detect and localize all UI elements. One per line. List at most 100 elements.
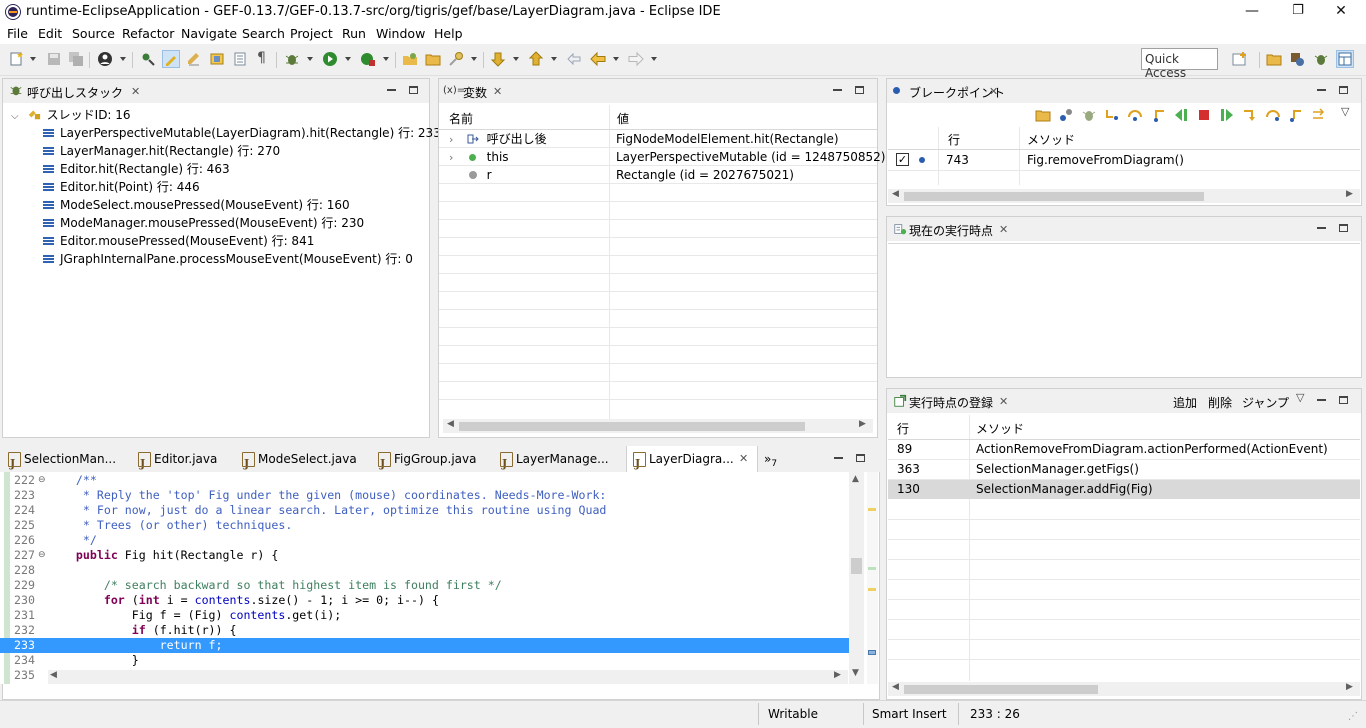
maximize-view-icon[interactable]	[855, 82, 864, 96]
maximize-view-icon[interactable]	[1339, 392, 1348, 406]
stack-frame-row[interactable]: JGraphInternalPane.processMouseEvent(Mou…	[43, 250, 413, 268]
menu-source[interactable]: Source	[72, 26, 115, 41]
open-type-icon[interactable]	[402, 51, 418, 67]
toggle-mark-icon[interactable]	[186, 51, 202, 67]
occurrence-marker[interactable]	[868, 588, 876, 591]
view-menu-icon[interactable]: ▽	[1341, 105, 1349, 118]
scroll-thumb[interactable]	[459, 422, 805, 431]
restore-button[interactable]: ❐	[1275, 0, 1321, 24]
scroll-thumb[interactable]	[851, 558, 862, 574]
scroll-up-icon[interactable]: ▲	[852, 474, 859, 484]
editor-tab[interactable]: ModeSelect.java	[242, 446, 357, 477]
step-back-icon[interactable]	[1173, 107, 1189, 123]
registered-point-row[interactable]: 89 ActionRemoveFromDiagram.actionPerform…	[888, 440, 1360, 459]
debug-dropdown-icon[interactable]	[307, 57, 313, 61]
close-tab-icon[interactable]: ✕	[999, 395, 1008, 408]
expand-chevron-icon[interactable]: ›	[449, 131, 463, 149]
stack-frame-row[interactable]: Editor.hit(Point) 行: 446	[43, 178, 200, 196]
open-perspective-icon[interactable]	[1232, 51, 1248, 67]
menu-run[interactable]: Run	[342, 26, 366, 41]
close-tab-icon[interactable]: ✕	[739, 446, 748, 472]
horizontal-scrollbar[interactable]: ◀ ▶	[48, 670, 848, 684]
scroll-thumb[interactable]	[904, 192, 1204, 201]
tools-dropdown-icon[interactable]	[383, 57, 389, 61]
scroll-left-icon[interactable]: ◀	[447, 419, 454, 429]
fold-collapse-icon[interactable]: ⊖	[38, 550, 46, 560]
maximize-view-icon[interactable]	[1339, 82, 1348, 96]
scroll-right-icon[interactable]: ▶	[834, 670, 841, 680]
open-resource-icon[interactable]	[209, 51, 225, 67]
quick-access-input[interactable]: Quick Access	[1141, 48, 1218, 80]
show-whitespace-icon[interactable]	[232, 51, 248, 67]
menu-file[interactable]: File	[7, 26, 28, 41]
column-header-line[interactable]: 行	[948, 131, 960, 148]
jump-button[interactable]: ジャンプ	[1242, 394, 1289, 411]
column-header-method[interactable]: メソッド	[976, 420, 1024, 437]
menu-navigate[interactable]: Navigate	[181, 26, 237, 41]
back-dropdown-icon[interactable]	[613, 57, 619, 61]
editor-tab-active[interactable]: LayerDiagra... ✕	[626, 446, 758, 477]
user-dropdown-icon[interactable]	[120, 57, 126, 61]
back-icon[interactable]	[590, 51, 606, 67]
save-icon[interactable]	[46, 51, 62, 67]
variable-row[interactable]: › this LayerPerspectiveMutable (id = 124…	[449, 148, 885, 167]
column-header-name[interactable]: 名前	[449, 110, 473, 127]
run-dropdown-icon[interactable]	[345, 57, 351, 61]
search-icon[interactable]	[448, 51, 464, 67]
user-icon[interactable]	[97, 51, 113, 67]
scroll-right-icon[interactable]: ▶	[859, 419, 866, 429]
debug-icon[interactable]	[284, 51, 300, 67]
scroll-right-icon[interactable]: ▶	[1346, 189, 1353, 199]
stack-frame-row[interactable]: ModeManager.mousePressed(MouseEvent) 行: …	[43, 214, 364, 232]
scroll-left-icon[interactable]: ◀	[892, 682, 899, 692]
close-tab-icon[interactable]: ✕	[989, 85, 998, 98]
editor-tab[interactable]: LayerManage...	[500, 446, 609, 477]
minimize-button[interactable]: —	[1229, 0, 1275, 24]
minimize-view-icon[interactable]	[1317, 220, 1326, 234]
skip-breakpoints-icon[interactable]	[140, 51, 156, 67]
run-icon[interactable]	[322, 51, 338, 67]
minimize-view-icon[interactable]	[387, 82, 396, 96]
expand-all-icon[interactable]	[1311, 107, 1327, 123]
run-to-line-icon[interactable]	[1242, 107, 1258, 123]
editor-tab[interactable]: Editor.java	[138, 446, 217, 477]
previous-annotation-icon[interactable]	[528, 51, 544, 67]
thread-node[interactable]: ⌵ スレッドID: 16	[11, 106, 131, 124]
registered-point-row-selected[interactable]: 130 SelectionManager.addFig(Fig)	[888, 480, 1360, 499]
java-perspective-icon[interactable]	[1289, 51, 1305, 67]
resume-icon[interactable]	[1219, 107, 1235, 123]
column-header-line[interactable]: 行	[897, 420, 909, 437]
overview-ruler[interactable]	[867, 472, 878, 684]
step-return-icon[interactable]	[1150, 107, 1166, 123]
scroll-thumb[interactable]	[904, 685, 1098, 694]
stack-frame-row[interactable]: Editor.hit(Rectangle) 行: 463	[43, 160, 230, 178]
add-button[interactable]: 追加	[1173, 394, 1197, 411]
editor-tab[interactable]: FigGroup.java	[378, 446, 476, 477]
search-dropdown-icon[interactable]	[471, 57, 477, 61]
new-file-icon[interactable]	[9, 51, 25, 67]
close-tab-icon[interactable]: ✕	[131, 85, 140, 98]
forward-icon[interactable]	[628, 51, 644, 67]
debug-icon[interactable]	[1081, 107, 1097, 123]
menu-project[interactable]: Project	[290, 26, 333, 41]
minimize-view-icon[interactable]	[834, 450, 843, 464]
scroll-down-icon[interactable]: ▼	[852, 668, 859, 678]
breakpoint-row[interactable]: ✓ 743 Fig.removeFromDiagram()	[888, 150, 1360, 170]
status-insert-mode[interactable]: Smart Insert	[872, 707, 947, 721]
stack-frame-row[interactable]: Editor.mousePressed(MouseEvent) 行: 841	[43, 232, 314, 250]
horizontal-scrollbar[interactable]: ◀ ▶	[888, 189, 1360, 203]
close-window-button[interactable]: ✕	[1318, 0, 1364, 24]
horizontal-scrollbar[interactable]: ◀ ▶	[888, 682, 1360, 696]
menu-window[interactable]: Window	[376, 26, 425, 41]
fold-collapse-icon[interactable]: ⊖	[38, 475, 46, 485]
new-dropdown-icon[interactable]	[30, 57, 36, 61]
minimize-view-icon[interactable]	[833, 82, 842, 96]
save-all-icon[interactable]	[68, 51, 84, 67]
stack-frame-row[interactable]: LayerPerspectiveMutable(LayerDiagram).hi…	[43, 124, 441, 142]
stack-frame-row[interactable]: ModeSelect.mousePressed(MouseEvent) 行: 1…	[43, 196, 350, 214]
code-editor[interactable]: 222 /** 223 * Reply the 'top' Fig under …	[0, 472, 866, 684]
expand-chevron-icon[interactable]: ›	[449, 149, 463, 167]
column-header-value[interactable]: 値	[617, 110, 629, 127]
link-breakpoints-icon[interactable]	[1058, 107, 1074, 123]
maximize-view-icon[interactable]	[1339, 220, 1348, 234]
